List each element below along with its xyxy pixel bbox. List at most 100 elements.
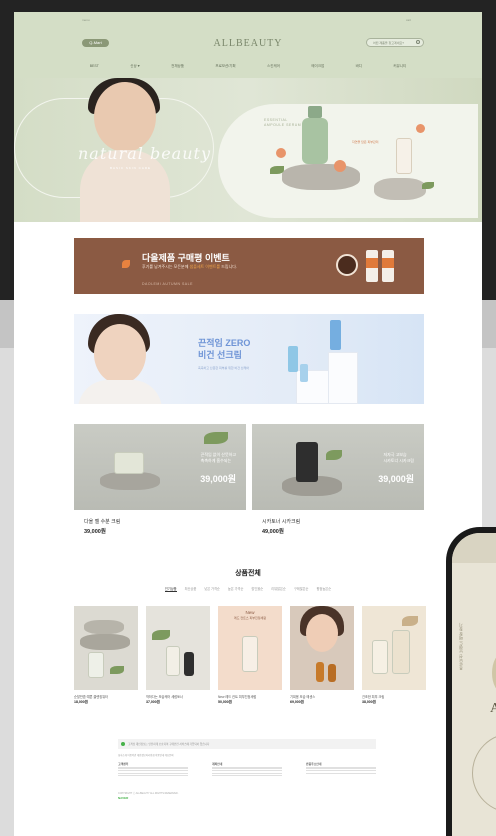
tab-purchases[interactable]: 구매많은순 <box>294 586 309 592</box>
sort-tabs: 인기상품 최신상품 낮은 가격순 높은 가격순 할인율순 리뷰많은순 구매많은순… <box>14 586 482 592</box>
nav-item-skincare[interactable]: 스킨케어 <box>267 64 280 69</box>
product-image <box>74 606 138 690</box>
product-image <box>290 606 354 690</box>
phone-side-text: 프로모션 브랜드 매장 찾기 <box>458 623 463 671</box>
cream-jar-icon <box>114 452 144 474</box>
shop-page: menu cart Q-Mart ALLBEAUTY 어떤 제품을 찾고계세요?… <box>14 12 482 836</box>
phone-mockup: 프로모션 브랜드 매장 찾기 A <box>446 527 496 836</box>
product-price: 39,000원 <box>84 529 106 535</box>
product-item[interactable]: 순할만큼 예쁜 클렌징워터 18,000원 <box>74 606 138 705</box>
product-name[interactable]: New 레드 컨트 피부진정세럼 <box>218 694 282 699</box>
event-subtitle: 후기를 남겨주시는 모든분께 샘플세트 이벤트를 드립니다. <box>142 264 237 270</box>
hero-script-text: natural beauty <box>78 144 211 163</box>
product-name[interactable]: 착하다는 보습케어 세럼토너 <box>146 694 210 699</box>
hero-essential-label: ESSENTIAL AMPOULE SERUM <box>264 118 301 128</box>
phone-product-image <box>492 653 496 693</box>
top-util-right[interactable]: cart <box>406 18 411 22</box>
product-name[interactable]: 다올 젤 수분 크림 <box>84 518 120 525</box>
product-name[interactable]: 건조한 피부 크림 <box>362 694 426 699</box>
tab-popular[interactable]: 인기상품 <box>164 586 177 592</box>
search-input[interactable]: 어떤 제품을 찾고계세요? <box>366 38 424 47</box>
section-title: 상품전체 <box>235 570 261 577</box>
stone-icon <box>100 472 160 490</box>
top-bar: menu cart Q-Mart ALLBEAUTY 어떤 제품을 찾고계세요?… <box>14 12 482 78</box>
bottle-icon <box>184 652 194 676</box>
hero-stone-small <box>374 178 426 200</box>
notice-text: 고객님 개인정보는 안전하게 보호되며 구매안전 서비스에 가입되어 있습니다 <box>128 743 210 746</box>
sun-model-face <box>94 324 146 384</box>
tab-high-price[interactable]: 높은 가격순 <box>228 586 244 592</box>
sun-subtitle: 촉촉하고 산뜻한 피부를 위한 비건 선케어 <box>198 366 250 370</box>
footer-col: 고객센터 <box>118 762 188 778</box>
nav-item-all[interactable]: 전체상품 <box>171 64 184 69</box>
nav-item-promotion[interactable]: 프로모션/기획 <box>215 64 235 69</box>
sunscreen-bottle-icon <box>330 320 341 350</box>
toner-bottle-icon <box>296 442 318 482</box>
hero-callout: 자연을 담은 피부관리 <box>352 140 379 144</box>
event-footer-text: DAOLEMI AUTUMN SALE <box>142 282 193 286</box>
hero-flower-icon <box>276 148 286 158</box>
leaf-icon <box>152 630 170 640</box>
product-item[interactable]: 기획용 보습 에센스 69,000원 <box>290 606 354 705</box>
hero-stone-large <box>282 164 360 190</box>
product-name[interactable]: 시카토너 시카크림 <box>262 518 300 525</box>
event-title: 다올제품 구매평 이벤트 <box>142 253 230 263</box>
hero-leaf-icon <box>270 166 284 174</box>
sunscreen-banner[interactable]: 끈적임 ZERO 비건 선크림 촉촉하고 산뜻한 피부를 위한 비건 선케어 <box>74 314 424 404</box>
ampoule-icon <box>316 662 324 682</box>
bottle-icon <box>392 630 410 674</box>
product-grid: 순할만큼 예쁜 클렌징워터 18,000원 착하다는 보습케어 세럼토너 37,… <box>74 606 426 705</box>
product-image <box>362 606 426 690</box>
event-banner[interactable]: 다올제품 구매평 이벤트 후기를 남겨주시는 모든분께 샘플세트 이벤트를 드립… <box>74 238 424 294</box>
product-card[interactable]: 저자극 고보습 시카토너 시카크림 39,000원 시카토너 시카크림 49,0… <box>252 424 424 544</box>
event-sub-suffix: 드립니다. <box>221 264 238 269</box>
footer-links[interactable]: 회사소개 이용약관 개인정보처리방침 이용안내 제휴문의 <box>118 753 376 757</box>
hero-flower-icon <box>416 124 425 133</box>
leaf-icon <box>402 616 418 626</box>
sun-title-line2: 비건 선크림 <box>198 350 242 360</box>
maple-leaf-icon <box>122 260 130 268</box>
model-face <box>306 614 338 652</box>
footer-col: 반품주소안내 <box>306 762 376 778</box>
top-util-left[interactable]: menu <box>82 18 90 22</box>
product-item[interactable]: 건조한 피부 크림 38,000원 <box>362 606 426 705</box>
phone-header <box>452 533 496 563</box>
nav-item-community[interactable]: 커뮤니티 <box>393 64 406 69</box>
leaf-icon <box>326 450 342 460</box>
phone-screen: 프로모션 브랜드 매장 찾기 A <box>452 533 496 836</box>
tab-discount[interactable]: 할인율순 <box>251 586 263 592</box>
phone-logo-letter: A <box>490 701 496 716</box>
header: menu cart Q-Mart ALLBEAUTY 어떤 제품을 찾고계세요?… <box>14 12 482 222</box>
footer-columns: 고객센터 계좌안내 반품주소안내 <box>118 762 376 778</box>
bottle-icon <box>372 640 388 674</box>
product-card[interactable]: 끈적임 없이 산뜻하고 촉촉하게 흡수되는 39,000원 다올 젤 수분 크림… <box>74 424 246 544</box>
hero-banner[interactable]: natural beauty BASIC SKIN CARE ESSENTIAL… <box>14 78 482 222</box>
nav-item-makeup[interactable]: 메이크업 <box>311 64 324 69</box>
product-name[interactable]: 기획용 보습 에센스 <box>290 694 354 699</box>
product-price: 50,000원 <box>218 700 232 704</box>
product-price: 18,000원 <box>74 700 88 704</box>
event-sub-prefix: 후기를 남겨주시는 모든분께 <box>142 264 189 269</box>
card-copy-price: 39,000원 <box>200 474 236 484</box>
card-copy-price: 39,000원 <box>378 474 414 484</box>
nav-item-new[interactable]: 신상 ♥ <box>130 64 140 69</box>
nav-item-best[interactable]: BEST <box>90 64 99 69</box>
tab-low-price[interactable]: 낮은 가격순 <box>204 586 220 592</box>
product-item[interactable]: 착하다는 보습케어 세럼토너 37,000원 <box>146 606 210 705</box>
leaf-icon <box>204 432 228 444</box>
leaf-icon <box>110 666 124 674</box>
tab-rating[interactable]: 평점높은순 <box>317 586 332 592</box>
product-image <box>146 606 210 690</box>
product-price: 37,000원 <box>146 700 160 704</box>
tab-reviews[interactable]: 리뷰많은순 <box>271 586 286 592</box>
sunscreen-bottle-icon <box>288 346 298 372</box>
product-name[interactable]: 순할만큼 예쁜 클렌징워터 <box>74 694 138 699</box>
hero-product-capsule <box>218 104 478 218</box>
product-item[interactable]: New 레드 컨트스 피부진정세럼 New 레드 컨트 피부진정세럼 50,00… <box>218 606 282 705</box>
search-icon[interactable] <box>416 40 420 44</box>
ampoule-icon <box>328 664 336 682</box>
tab-newest[interactable]: 최신상품 <box>185 586 197 592</box>
hero-subtitle: BASIC SKIN CARE <box>110 166 152 170</box>
nav-item-body[interactable]: 바디 <box>356 64 362 69</box>
copyright: COPYRIGHT ⓒ ALLBEAUTY ALL RIGHTS RESERVE… <box>118 792 179 795</box>
